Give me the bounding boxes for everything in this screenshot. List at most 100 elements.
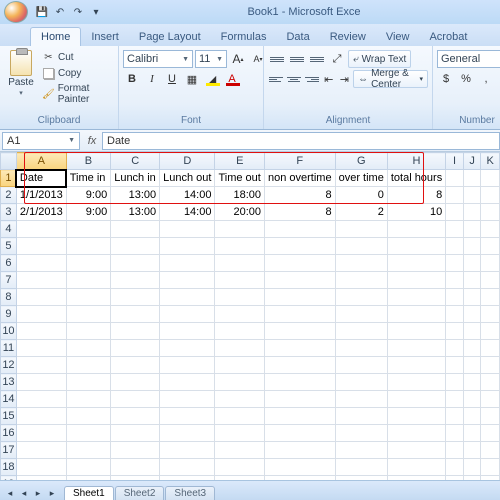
column-header-E[interactable]: E: [215, 153, 265, 170]
cell-J17[interactable]: [463, 442, 481, 459]
cell-F11[interactable]: [265, 340, 336, 357]
row-header-17[interactable]: 17: [1, 442, 17, 459]
cell-B13[interactable]: [66, 374, 110, 391]
cell-J16[interactable]: [463, 425, 481, 442]
column-header-B[interactable]: B: [66, 153, 110, 170]
cell-D1[interactable]: Lunch out: [160, 170, 215, 187]
cell-H18[interactable]: [387, 459, 445, 476]
cell-E11[interactable]: [215, 340, 265, 357]
cell-H12[interactable]: [387, 357, 445, 374]
cell-C14[interactable]: [111, 391, 160, 408]
cell-D13[interactable]: [160, 374, 215, 391]
cell-I8[interactable]: [446, 289, 464, 306]
cell-C16[interactable]: [111, 425, 160, 442]
cell-F9[interactable]: [265, 306, 336, 323]
cell-E4[interactable]: [215, 221, 265, 238]
cell-I12[interactable]: [446, 357, 464, 374]
align-center-button[interactable]: [286, 70, 302, 88]
cell-J3[interactable]: [463, 204, 481, 221]
cell-H15[interactable]: [387, 408, 445, 425]
cell-F18[interactable]: [265, 459, 336, 476]
cell-B19[interactable]: [66, 476, 110, 481]
merge-center-button[interactable]: ⇔Merge & Center▾: [353, 70, 428, 88]
cell-E9[interactable]: [215, 306, 265, 323]
cell-C8[interactable]: [111, 289, 160, 306]
cell-D6[interactable]: [160, 255, 215, 272]
column-header-K[interactable]: K: [481, 153, 500, 170]
cell-I7[interactable]: [446, 272, 464, 289]
cell-J2[interactable]: [463, 187, 481, 204]
cell-I9[interactable]: [446, 306, 464, 323]
row-header-13[interactable]: 13: [1, 374, 17, 391]
cell-E15[interactable]: [215, 408, 265, 425]
cell-I11[interactable]: [446, 340, 464, 357]
cell-C19[interactable]: [111, 476, 160, 481]
cell-D12[interactable]: [160, 357, 215, 374]
cell-G18[interactable]: [335, 459, 387, 476]
cell-G15[interactable]: [335, 408, 387, 425]
cell-B18[interactable]: [66, 459, 110, 476]
column-header-F[interactable]: F: [265, 153, 336, 170]
cell-A8[interactable]: [16, 289, 66, 306]
row-header-7[interactable]: 7: [1, 272, 17, 289]
cell-J15[interactable]: [463, 408, 481, 425]
cell-K4[interactable]: [481, 221, 500, 238]
row-header-11[interactable]: 11: [1, 340, 17, 357]
cell-F12[interactable]: [265, 357, 336, 374]
row-header-2[interactable]: 2: [1, 187, 17, 204]
cell-J7[interactable]: [463, 272, 481, 289]
cell-E7[interactable]: [215, 272, 265, 289]
cell-A13[interactable]: [16, 374, 66, 391]
cell-H19[interactable]: [387, 476, 445, 481]
cell-B8[interactable]: [66, 289, 110, 306]
cell-J12[interactable]: [463, 357, 481, 374]
cell-I15[interactable]: [446, 408, 464, 425]
cell-J10[interactable]: [463, 323, 481, 340]
cell-B12[interactable]: [66, 357, 110, 374]
sheet-nav[interactable]: ◂◂▸▸: [4, 488, 58, 499]
cell-A17[interactable]: [16, 442, 66, 459]
cell-G4[interactable]: [335, 221, 387, 238]
row-header-15[interactable]: 15: [1, 408, 17, 425]
column-header-A[interactable]: A: [16, 153, 66, 170]
row-header-3[interactable]: 3: [1, 204, 17, 221]
bold-button[interactable]: B: [123, 70, 141, 88]
cell-H1[interactable]: total hours: [387, 170, 445, 187]
cell-A19[interactable]: [16, 476, 66, 481]
cell-G10[interactable]: [335, 323, 387, 340]
cell-I19[interactable]: [446, 476, 464, 481]
cell-D5[interactable]: [160, 238, 215, 255]
wrap-text-button[interactable]: ⤶Wrap Text: [348, 50, 411, 68]
increase-indent-button[interactable]: ⇥: [338, 70, 352, 88]
cell-I2[interactable]: [446, 187, 464, 204]
cell-C15[interactable]: [111, 408, 160, 425]
cell-D17[interactable]: [160, 442, 215, 459]
cell-B15[interactable]: [66, 408, 110, 425]
formula-input[interactable]: Date: [102, 132, 500, 150]
cell-K17[interactable]: [481, 442, 500, 459]
cell-B17[interactable]: [66, 442, 110, 459]
comma-button[interactable]: ,: [477, 70, 495, 88]
cell-F16[interactable]: [265, 425, 336, 442]
cell-K6[interactable]: [481, 255, 500, 272]
cell-D10[interactable]: [160, 323, 215, 340]
cell-G2[interactable]: 0: [335, 187, 387, 204]
cell-A2[interactable]: 1/1/2013: [16, 187, 66, 204]
cell-B2[interactable]: 9:00: [66, 187, 110, 204]
cell-K15[interactable]: [481, 408, 500, 425]
column-header-H[interactable]: H: [387, 153, 445, 170]
cell-C1[interactable]: Lunch in: [111, 170, 160, 187]
cell-F2[interactable]: 8: [265, 187, 336, 204]
cell-K11[interactable]: [481, 340, 500, 357]
cell-A9[interactable]: [16, 306, 66, 323]
cell-A11[interactable]: [16, 340, 66, 357]
cell-A3[interactable]: 2/1/2013: [16, 204, 66, 221]
italic-button[interactable]: I: [143, 70, 161, 88]
cell-A10[interactable]: [16, 323, 66, 340]
cell-K16[interactable]: [481, 425, 500, 442]
cell-D3[interactable]: 14:00: [160, 204, 215, 221]
row-header-1[interactable]: 1: [1, 170, 17, 187]
cell-I18[interactable]: [446, 459, 464, 476]
cell-B4[interactable]: [66, 221, 110, 238]
name-box[interactable]: A1▼: [2, 132, 80, 150]
